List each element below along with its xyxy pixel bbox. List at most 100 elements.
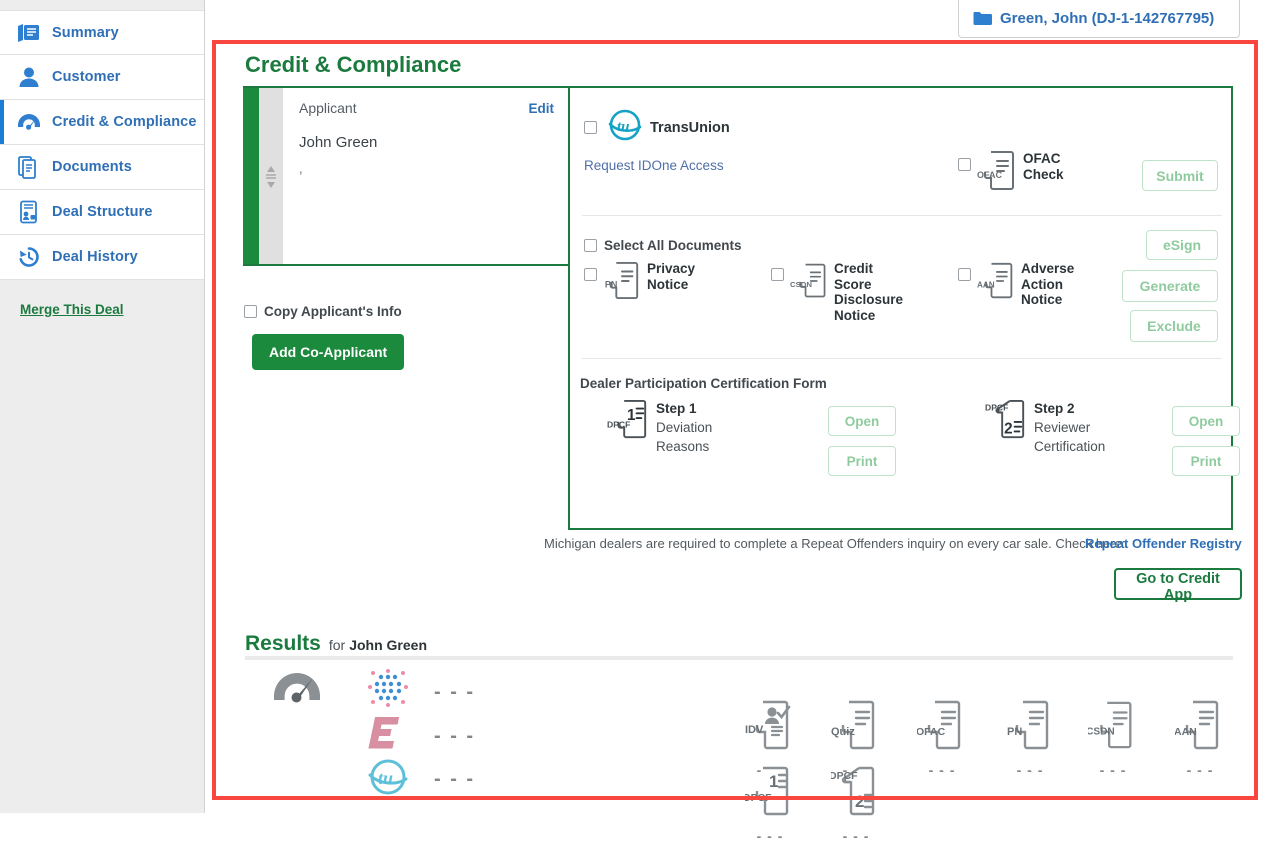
sidebar-item-credit-compliance[interactable]: Credit & Compliance (0, 100, 204, 145)
merge-this-deal-link[interactable]: Merge This Deal (20, 302, 204, 317)
svg-text:tu: tu (617, 119, 630, 135)
results-header: Results for John Green (245, 632, 427, 656)
svg-text:PN: PN (1007, 726, 1022, 738)
deal-structure-icon (16, 199, 42, 225)
svg-text:1: 1 (769, 772, 778, 791)
select-all-documents-checkbox[interactable] (584, 239, 597, 252)
transunion-row[interactable]: tu TransUnion (584, 107, 730, 148)
ofac-check-line2: Check (1023, 166, 1064, 182)
svg-text:2: 2 (855, 792, 864, 811)
privacy-notice-checkbox[interactable] (584, 268, 597, 281)
document-credit-score-disclosure-notice[interactable]: CSDN Credit Score Disclosure Notice (771, 260, 903, 323)
document-adverse-action-notice[interactable]: AAN Adverse Action Notice (958, 260, 1074, 308)
dpcf-step-2: DPCF 2 Step 2 Reviewer Certification (985, 398, 1105, 457)
copy-applicant-info-checkbox[interactable] (244, 305, 257, 318)
applicant-panel: Applicant Edit John Green , (243, 86, 568, 266)
folder-icon (973, 11, 992, 26)
history-icon (16, 244, 42, 270)
dpcf-step2-print-button[interactable]: Print (1172, 446, 1240, 476)
main-content: Credit & Compliance Applicant Edit John … (216, 44, 1254, 844)
transunion-label: TransUnion (650, 119, 730, 136)
dpcf-step1-title: Step 1 (656, 401, 697, 416)
esign-button[interactable]: eSign (1146, 230, 1218, 260)
csdn-line4: Notice (834, 307, 876, 323)
dpcf2-result-value: - - - (842, 828, 870, 844)
exclude-button[interactable]: Exclude (1130, 310, 1218, 342)
ofac-check-row[interactable]: OFAC OFAC Check (958, 150, 1064, 197)
sidebar-label: Customer (52, 69, 121, 85)
aan-result-document-icon: AAN (1174, 700, 1225, 755)
go-to-credit-app-button[interactable]: Go to Credit App (1114, 568, 1242, 603)
documents-icon (16, 154, 42, 180)
request-idone-access-link[interactable]: Request IDOne Access (584, 158, 724, 173)
results-bureau-experian: - - - (364, 669, 475, 716)
michigan-note: Michigan dealers are required to complet… (544, 536, 1126, 551)
results-title: Results (245, 632, 321, 655)
idv-document-icon: IDV (745, 700, 795, 755)
select-all-documents-row[interactable]: Select All Documents (584, 238, 742, 253)
transunion-checkbox[interactable] (584, 121, 597, 134)
compliance-panel: tu TransUnion Request IDOne Access OFAC (568, 86, 1240, 530)
result-doc-csdn: CSDN - - - (1084, 699, 1142, 778)
edit-applicant-link[interactable]: Edit (529, 101, 555, 116)
applicant-body: Applicant Edit John Green , (283, 88, 568, 264)
person-icon (16, 64, 42, 90)
select-all-documents-label: Select All Documents (604, 238, 742, 253)
copy-applicant-info-label: Copy Applicant's Info (264, 304, 402, 319)
aan-line1: Adverse (1021, 261, 1075, 276)
pn-result-document-icon: PN (1005, 700, 1055, 755)
applicant-resize-handle[interactable] (259, 88, 283, 264)
document-privacy-notice[interactable]: PN Privacy Notice (584, 260, 695, 307)
csdn-line2: Score (834, 276, 872, 292)
svg-text:Quiz: Quiz (831, 726, 855, 738)
divider-bottom (582, 358, 1222, 359)
aan-checkbox[interactable] (958, 268, 971, 281)
pn-result-value: - - - (1016, 762, 1044, 778)
dpcf-step1-print-button[interactable]: Print (828, 446, 896, 476)
aan-line3: Notice (1021, 292, 1063, 308)
sidebar-nav: Summary Customer Credit & Compliance Doc… (0, 10, 204, 280)
results-bureau-equifax: - - - (364, 713, 475, 760)
experian-value: - - - (434, 681, 476, 703)
repeat-offender-registry-link[interactable]: Repeat Offender Registry (1085, 536, 1242, 551)
svg-text:PN: PN (605, 280, 618, 290)
deal-chip-label: Green, John (DJ-1-142767795) (1000, 10, 1215, 27)
submit-button[interactable]: Submit (1142, 160, 1218, 191)
svg-text:CSDN: CSDN (790, 280, 812, 289)
applicant-heading: Applicant (299, 100, 357, 116)
ofac-document-icon: OFAC (977, 150, 1017, 197)
sidebar-item-customer[interactable]: Customer (0, 55, 204, 100)
aan-label: Adverse Action Notice (1021, 261, 1074, 308)
svg-text:DPCF: DPCF (607, 420, 630, 430)
applicant-name: John Green (299, 134, 378, 151)
results-applicant-name: John Green (349, 637, 427, 653)
sidebar-item-summary[interactable]: Summary (0, 10, 204, 55)
dpcf-step1-sub1: Deviation (656, 420, 713, 436)
add-co-applicant-button[interactable]: Add Co-Applicant (252, 334, 405, 370)
dpcf-step1-icon: 1 DPCF (607, 398, 649, 447)
svg-text:DPCF: DPCF (831, 770, 858, 782)
sidebar: Summary Customer Credit & Compliance Doc… (0, 0, 205, 813)
page-title: Credit & Compliance (245, 52, 462, 77)
dpcf1-result-value: - - - (756, 828, 784, 844)
transunion-logo-icon: tu (607, 107, 643, 148)
dpcf-step2-sub1: Reviewer (1034, 420, 1091, 436)
dpcf-step1-open-button[interactable]: Open (828, 406, 896, 436)
copy-applicant-info-row[interactable]: Copy Applicant's Info (244, 304, 402, 319)
csdn-checkbox[interactable] (771, 268, 784, 281)
ofac-check-line1: OFAC (1023, 151, 1061, 166)
sidebar-item-documents[interactable]: Documents (0, 145, 204, 190)
aan-line2: Action (1021, 276, 1063, 292)
sidebar-item-deal-history[interactable]: Deal History (0, 235, 204, 280)
generate-button[interactable]: Generate (1122, 270, 1218, 302)
applicant-address: , (299, 161, 303, 176)
dpcf-step1-sub2: Reasons (656, 439, 710, 455)
deal-chip[interactable]: Green, John (DJ-1-142767795) (958, 0, 1240, 38)
sidebar-item-deal-structure[interactable]: Deal Structure (0, 190, 204, 235)
ofac-check-checkbox[interactable] (958, 158, 971, 171)
dpcf-step2-open-button[interactable]: Open (1172, 406, 1240, 436)
transunion-logo-icon: tu (364, 756, 412, 803)
applicant-accent-bar (243, 88, 259, 264)
equifax-value: - - - (434, 725, 476, 747)
svg-text:tu: tu (378, 768, 393, 788)
